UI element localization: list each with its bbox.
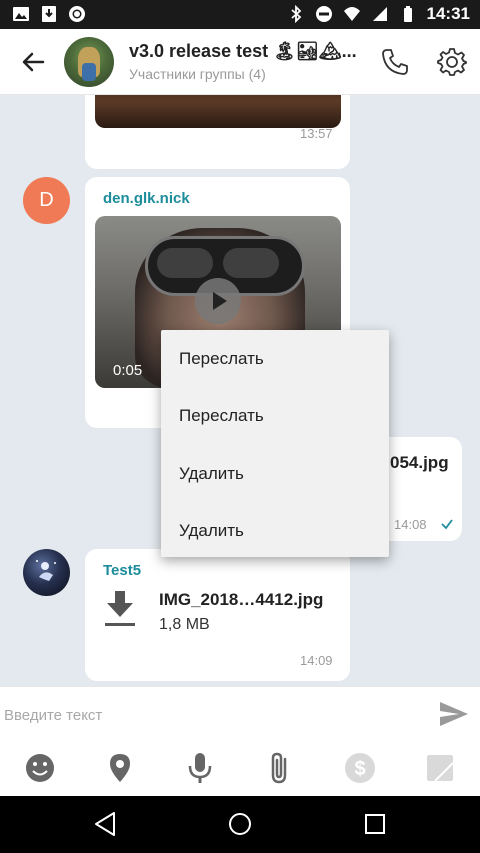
download-icon[interactable] <box>103 589 137 629</box>
chat-subtitle[interactable]: Участники группы (4) <box>129 66 266 82</box>
message-sender[interactable]: Test5 <box>103 562 141 579</box>
chat-area[interactable]: 13:57 D den.glk.nick 0:05 054.jpg 14:08 … <box>0 95 480 686</box>
sticker-icon[interactable] <box>423 751 457 785</box>
status-bar: 14:31 <box>0 0 480 29</box>
signal-icon <box>372 7 387 21</box>
read-check-icon <box>441 519 453 530</box>
emoji-icon[interactable] <box>23 751 57 785</box>
phone-icon[interactable] <box>379 46 411 78</box>
message-time: 14:09 <box>300 653 333 668</box>
svg-text:$: $ <box>354 758 365 780</box>
message-bubble-file[interactable]: Test5 IMG_2018…4412.jpg 1,8 MB 14:09 <box>85 549 350 681</box>
file-name: 054.jpg <box>390 453 449 472</box>
send-icon[interactable] <box>437 699 471 729</box>
nav-recents-icon[interactable] <box>360 809 390 839</box>
chat-header: v3.0 release test 🏝🏜🏔... Участники групп… <box>0 29 480 95</box>
message-bubble-image[interactable]: 13:57 <box>85 95 350 169</box>
avatar[interactable]: D <box>23 177 70 224</box>
circle-notification-icon <box>69 6 85 22</box>
menu-item-delete[interactable]: Удалить <box>161 445 389 503</box>
avatar-letter: D <box>39 189 54 211</box>
menu-item-delete[interactable]: Удалить <box>161 503 389 561</box>
menu-item-forward[interactable]: Переслать <box>161 388 389 446</box>
message-input[interactable] <box>4 701 424 729</box>
image-notification-icon <box>13 7 29 21</box>
message-time: 13:57 <box>300 126 333 141</box>
chat-title[interactable]: v3.0 release test 🏝🏜🏔... <box>129 41 357 62</box>
money-icon[interactable]: $ <box>343 751 377 785</box>
avatar-figure-icon <box>36 560 56 581</box>
navigation-bar <box>0 796 480 853</box>
composer-bar: $ <box>0 686 480 796</box>
group-avatar[interactable] <box>64 37 114 87</box>
image-thumbnail[interactable] <box>95 95 341 128</box>
status-time: 14:31 <box>426 4 470 23</box>
menu-item-forward[interactable]: Переслать <box>161 330 389 388</box>
do-not-disturb-icon <box>315 6 332 22</box>
attachment-icon[interactable] <box>263 751 297 785</box>
back-arrow-icon[interactable] <box>18 47 48 77</box>
file-name: IMG_2018…4412.jpg <box>159 590 324 609</box>
nav-back-icon[interactable] <box>90 809 120 839</box>
gear-icon[interactable] <box>436 46 468 78</box>
file-size: 1,8 MB <box>159 616 210 633</box>
play-icon <box>213 292 227 310</box>
wifi-icon <box>343 7 360 21</box>
avatar[interactable] <box>23 549 70 596</box>
download-notification-icon <box>42 6 56 22</box>
location-icon[interactable] <box>103 751 137 785</box>
video-duration: 0:05 <box>113 362 143 379</box>
context-menu: Переслать Переслать Удалить Удалить <box>161 330 389 557</box>
nav-home-icon[interactable] <box>225 809 255 839</box>
message-sender[interactable]: den.glk.nick <box>103 190 190 207</box>
message-time: 14:08 <box>394 517 427 532</box>
play-button[interactable] <box>195 278 241 324</box>
bluetooth-icon <box>290 5 301 23</box>
microphone-icon[interactable] <box>183 751 217 785</box>
battery-icon <box>403 6 412 22</box>
